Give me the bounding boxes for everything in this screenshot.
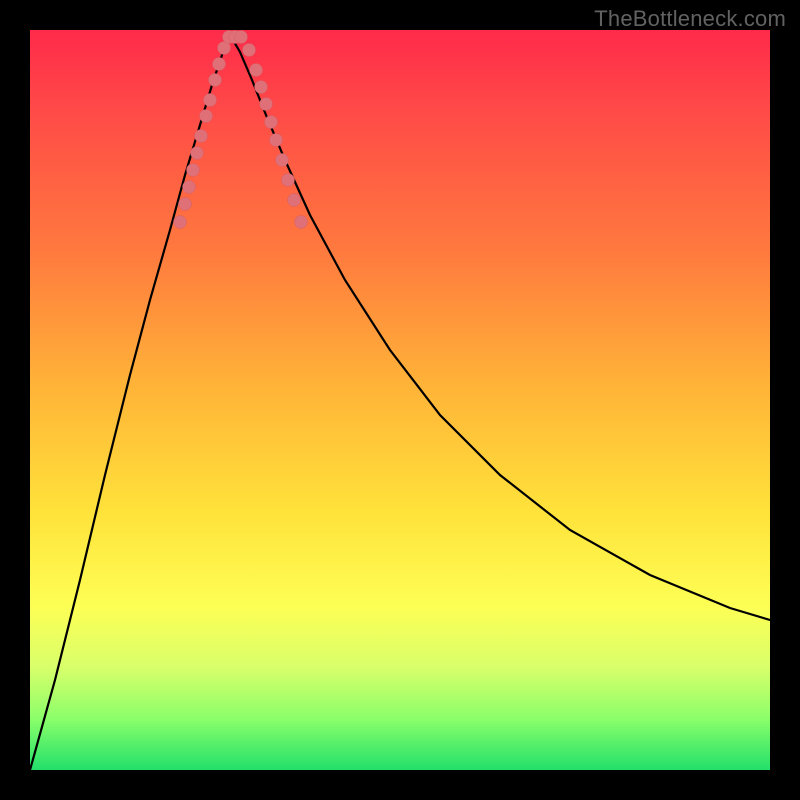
curve-marker xyxy=(282,174,295,187)
curve-path xyxy=(30,35,770,770)
curve-marker xyxy=(243,44,256,57)
curve-marker xyxy=(270,134,283,147)
curve-marker xyxy=(191,147,204,160)
curve-marker xyxy=(200,110,213,123)
watermark-text: TheBottleneck.com xyxy=(594,6,786,32)
curve-marker xyxy=(255,81,268,94)
curve-marker xyxy=(288,194,301,207)
curve-marker xyxy=(195,130,208,143)
curve-marker xyxy=(260,98,273,111)
curve-marker xyxy=(235,31,248,44)
curve-marker xyxy=(179,198,192,211)
curve-marker xyxy=(174,216,187,229)
curve-marker xyxy=(295,216,308,229)
curve-marker xyxy=(250,64,263,77)
curve-marker xyxy=(187,164,200,177)
curve-marker xyxy=(276,154,289,167)
plot-area xyxy=(30,30,770,770)
curve-marker xyxy=(213,58,226,71)
curve-marker xyxy=(265,116,278,129)
marker-group xyxy=(174,31,308,229)
curve-marker xyxy=(209,74,222,87)
chart-frame: TheBottleneck.com xyxy=(0,0,800,800)
curve-marker xyxy=(183,181,196,194)
curve-marker xyxy=(204,94,217,107)
bottleneck-curve xyxy=(30,30,770,770)
